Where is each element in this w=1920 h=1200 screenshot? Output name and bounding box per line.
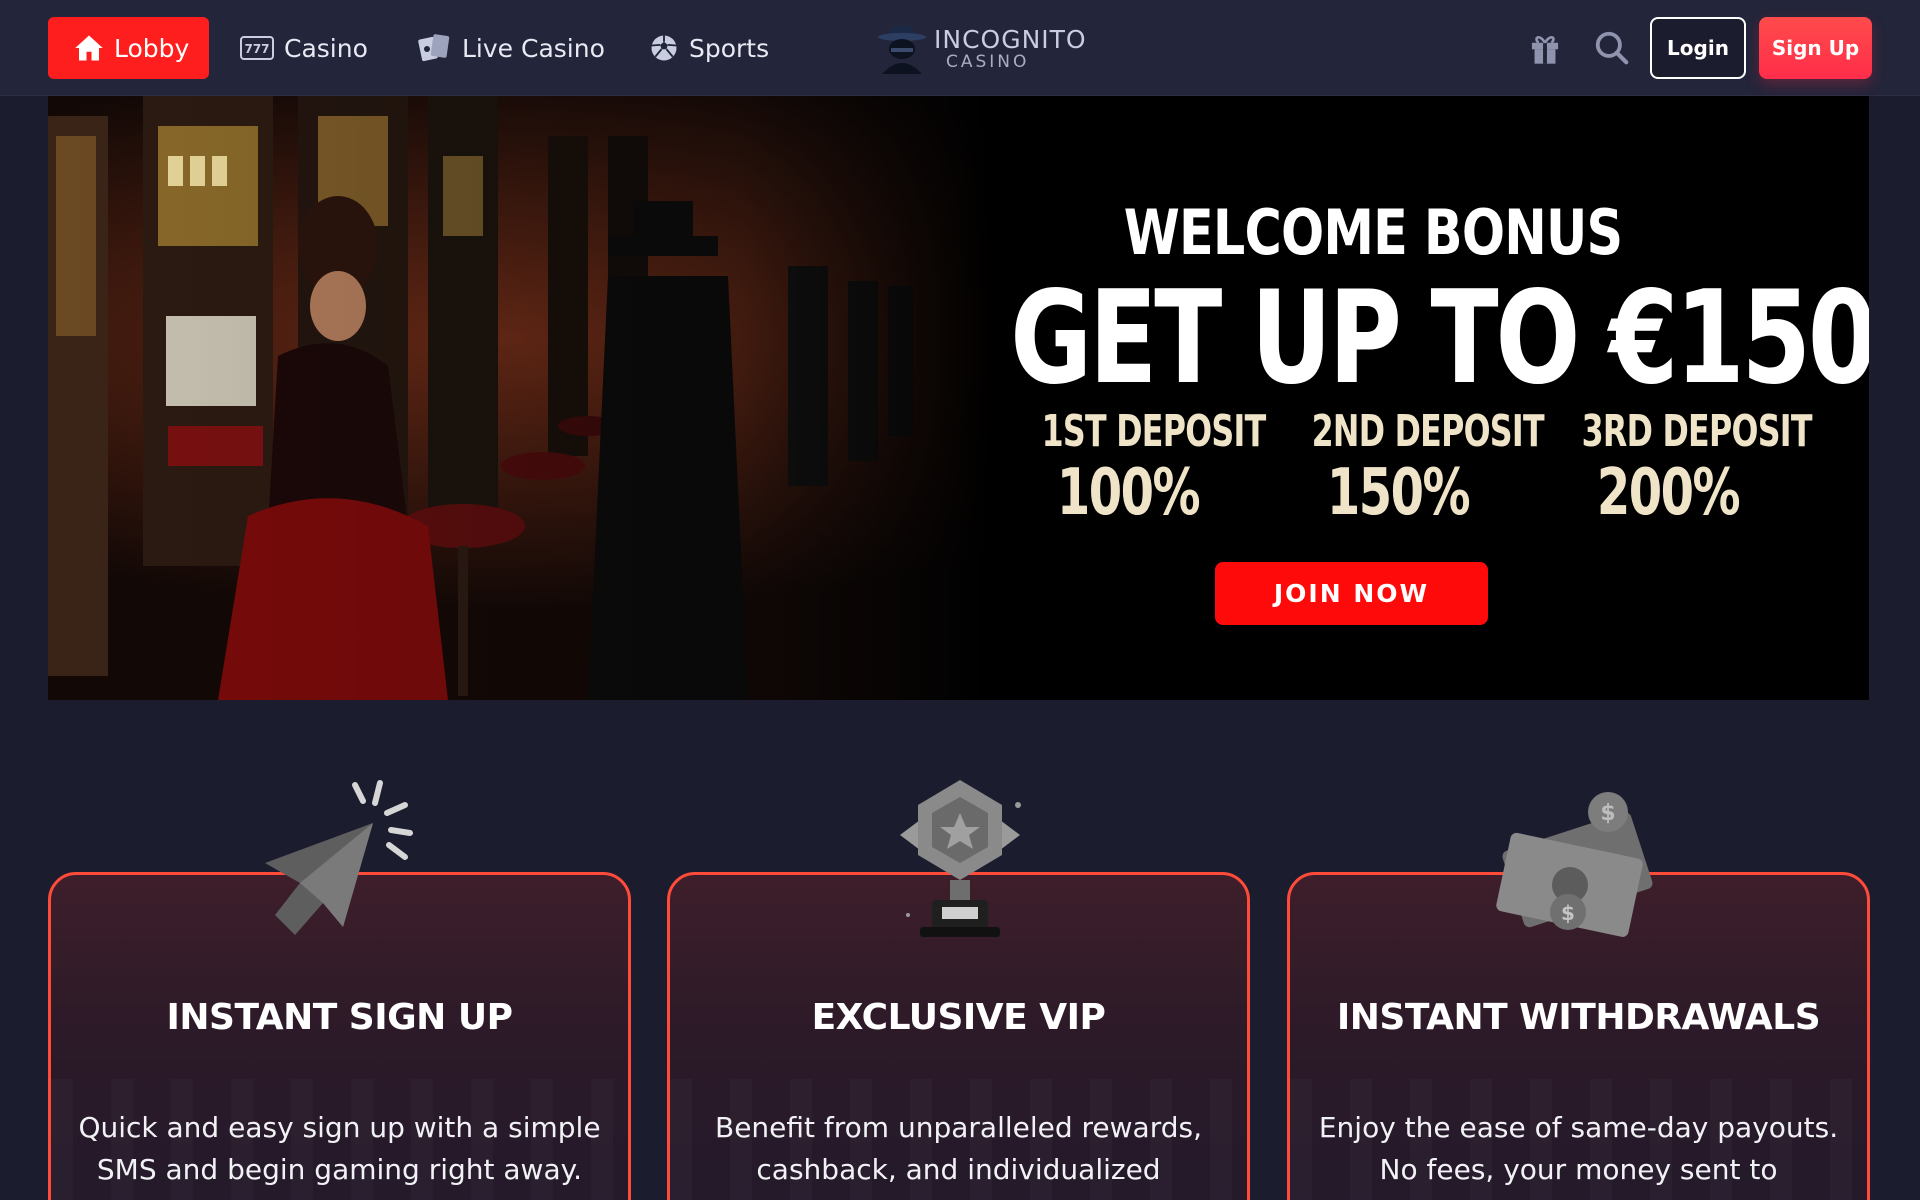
nav-live-casino-label: Live Casino bbox=[462, 33, 605, 63]
cursor-click-icon bbox=[265, 780, 413, 935]
nav-live-casino[interactable]: Live Casino bbox=[406, 17, 617, 79]
money-coins-icon: $ $ bbox=[1496, 792, 1653, 937]
vip-trophy-icon bbox=[900, 780, 1021, 937]
top-nav: Lobby 777 Casino Live Casino Sports INCO… bbox=[0, 0, 1920, 96]
nav-sports[interactable]: Sports bbox=[637, 17, 781, 79]
logo-line1: INCOGNITO bbox=[934, 25, 1087, 54]
deposit-tier-value: 200% bbox=[1596, 456, 1741, 530]
bonus-headline-group: WELCOME BONUS GET UP TO €1500 bbox=[908, 196, 1869, 413]
deposit-tier-label: 2ND DEPOSIT bbox=[1311, 406, 1545, 457]
feature-card-title: INSTANT WITHDRAWALS bbox=[1336, 997, 1821, 1038]
deposit-tier-value: 100% bbox=[1056, 456, 1201, 530]
deposit-tiers: 1ST DEPOSIT 100% 2ND DEPOSIT 150% 3RD DE… bbox=[1008, 406, 1813, 530]
soccer-ball-icon bbox=[651, 35, 677, 61]
home-icon bbox=[75, 35, 103, 61]
gift-button[interactable] bbox=[1523, 26, 1567, 70]
feature-card-text: Quick and easy sign up with a simple SMS… bbox=[78, 1111, 601, 1186]
deposit-tier-label: 3RD DEPOSIT bbox=[1581, 406, 1813, 457]
gift-icon bbox=[1531, 36, 1559, 64]
deposit-tier-label: 1ST DEPOSIT bbox=[1041, 406, 1267, 457]
search-icon bbox=[1595, 31, 1629, 65]
welcome-bonus-title: WELCOME BONUS bbox=[1123, 196, 1623, 269]
deposit-tier-value: 150% bbox=[1326, 456, 1471, 530]
feature-card-title: EXCLUSIVE VIP bbox=[811, 997, 1106, 1038]
bonus-amount-headline: GET UP TO €1500 bbox=[1010, 264, 1869, 413]
join-now-button[interactable]: JOIN NOW bbox=[1215, 562, 1488, 625]
spy-logo-icon bbox=[878, 26, 926, 74]
svg-text:$: $ bbox=[1600, 801, 1615, 826]
welcome-bonus-banner[interactable]: WELCOME BONUS GET UP TO €1500 1ST DEPOSI… bbox=[48, 96, 1869, 700]
nav-sports-label: Sports bbox=[689, 33, 770, 63]
nav-lobby[interactable]: Lobby bbox=[48, 17, 209, 79]
deposit-tier: 1ST DEPOSIT 100% bbox=[1008, 406, 1267, 530]
deposit-tier: 3RD DEPOSIT 200% bbox=[1548, 406, 1813, 530]
signup-button[interactable]: Sign Up bbox=[1759, 17, 1872, 79]
nav-casino-label: Casino bbox=[284, 33, 368, 63]
feature-card-text: Enjoy the ease of same-day payouts. No f… bbox=[1318, 1111, 1839, 1186]
feature-card-title: INSTANT SIGN UP bbox=[166, 997, 513, 1038]
logo-line2: CASINO bbox=[946, 52, 1030, 72]
nav-casino[interactable]: 777 Casino bbox=[228, 17, 380, 79]
deposit-tier: 2ND DEPOSIT 150% bbox=[1278, 406, 1545, 530]
svg-text:777: 777 bbox=[244, 42, 269, 56]
feature-card-text: Benefit from unparalleled rewards, cashb… bbox=[714, 1111, 1202, 1186]
cards-icon bbox=[418, 34, 450, 62]
nav-lobby-label: Lobby bbox=[114, 33, 190, 63]
site-logo[interactable]: INCOGNITO CASINO bbox=[874, 22, 1087, 76]
login-button[interactable]: Login bbox=[1650, 17, 1746, 79]
svg-text:$: $ bbox=[1561, 901, 1575, 925]
search-button[interactable] bbox=[1590, 26, 1634, 70]
slot-777-icon: 777 bbox=[240, 36, 274, 60]
